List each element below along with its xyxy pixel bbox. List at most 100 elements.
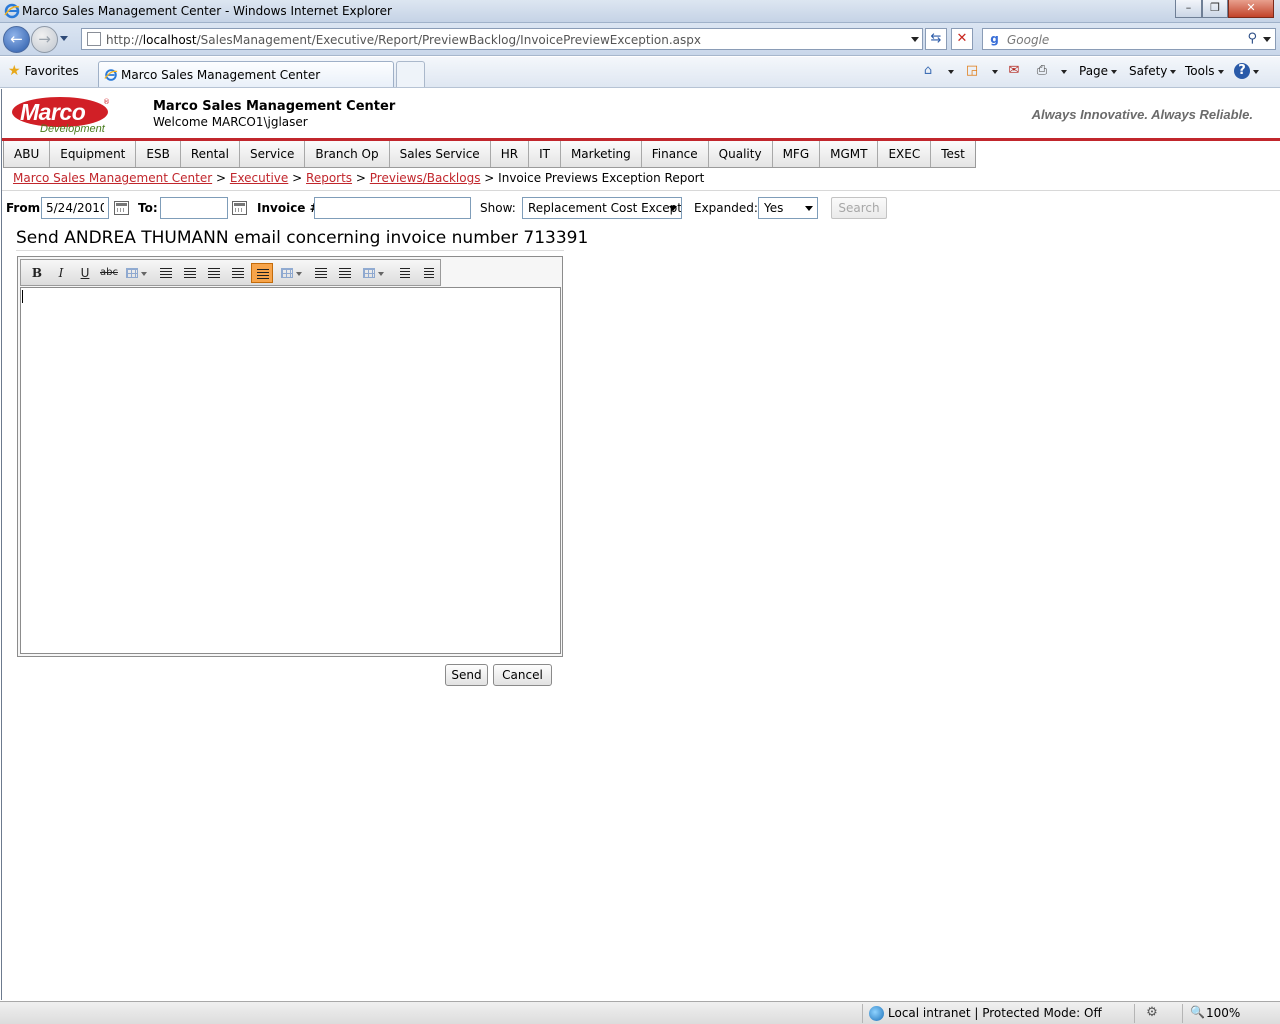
justify-full-button[interactable] <box>251 263 273 283</box>
welcome-text: Welcome MARCO1\jglaser <box>153 115 308 129</box>
refresh-icon[interactable]: ⇆ <box>925 28 947 50</box>
zoom-level[interactable]: 100% <box>1206 1006 1240 1020</box>
history-dropdown-icon[interactable] <box>60 36 68 41</box>
italic-button[interactable]: I <box>50 263 72 283</box>
window-title: Marco Sales Management Center - Windows … <box>22 4 392 18</box>
back-button[interactable]: ← <box>3 26 30 53</box>
search-placeholder: Google <box>1007 33 1050 47</box>
table-insert-button[interactable] <box>122 263 147 283</box>
breadcrumb-previews-backlogs[interactable]: Previews/Backlogs <box>370 171 481 185</box>
maximize-button[interactable]: ❐ <box>1202 0 1228 18</box>
star-icon: ★ <box>8 63 21 79</box>
logo-text: Marco <box>20 99 86 125</box>
menu-item-mfg[interactable]: MFG <box>773 141 821 167</box>
zoom-icon[interactable]: 🔍 <box>1190 1005 1205 1019</box>
numbered-list-button[interactable] <box>392 263 414 283</box>
menu-item-finance[interactable]: Finance <box>642 141 709 167</box>
menu-item-sales-service[interactable]: Sales Service <box>390 141 491 167</box>
feeds-dropdown[interactable] <box>989 64 998 78</box>
security-zone[interactable]: Local intranet | Protected Mode: Off <box>888 1006 1102 1020</box>
text-cursor <box>22 290 23 303</box>
show-select[interactable]: Replacement Cost Excepti <box>522 197 682 219</box>
breadcrumb-executive[interactable]: Executive <box>230 171 288 185</box>
invoice-number-input[interactable] <box>314 197 471 219</box>
align-center-button[interactable] <box>179 263 201 283</box>
favorites-label: Favorites <box>24 64 79 78</box>
table-icon <box>281 268 293 278</box>
menu-item-service[interactable]: Service <box>240 141 306 167</box>
favorites-bar: ★ Favorites Marco Sales Management Center… <box>0 57 1280 88</box>
breadcrumb-reports[interactable]: Reports <box>306 171 352 185</box>
table-icon <box>363 268 375 278</box>
underline-button[interactable]: U <box>74 263 96 283</box>
registered-mark: ® <box>103 98 110 106</box>
menu-item-test[interactable]: Test <box>931 141 975 167</box>
favorites-button[interactable]: ★ Favorites <box>8 63 79 79</box>
bold-button[interactable]: B <box>26 263 48 283</box>
help-icon[interactable]: ? <box>1234 63 1250 79</box>
email-body-editor[interactable] <box>20 287 561 654</box>
feeds-icon[interactable]: ◲ <box>964 63 980 79</box>
marco-logo[interactable]: Marco ® Development <box>12 97 110 135</box>
table-properties-button[interactable] <box>277 263 302 283</box>
from-date-input[interactable] <box>41 197 109 219</box>
url-input[interactable]: http://localhost/SalesManagement/Executi… <box>81 28 923 50</box>
breadcrumb-separator: > <box>355 171 366 185</box>
breadcrumb-home[interactable]: Marco Sales Management Center <box>13 171 212 185</box>
home-icon[interactable]: ⌂ <box>920 63 936 79</box>
strikethrough-button[interactable]: abc <box>98 263 120 283</box>
search-icon[interactable]: ⚲ <box>1247 31 1257 46</box>
home-dropdown[interactable] <box>945 64 954 78</box>
table-icon <box>126 268 138 278</box>
help-dropdown[interactable] <box>1250 64 1259 78</box>
outdent-button[interactable] <box>310 263 332 283</box>
from-label: From: <box>6 201 45 215</box>
menu-item-rental[interactable]: Rental <box>181 141 240 167</box>
menu-item-marketing[interactable]: Marketing <box>561 141 642 167</box>
search-input[interactable]: g Google ⚲ <box>982 28 1276 50</box>
send-button[interactable]: Send <box>445 664 488 686</box>
bulleted-list-icon <box>424 268 434 278</box>
mail-icon[interactable]: ✉ <box>1006 63 1022 79</box>
url-dropdown-icon[interactable] <box>911 37 919 42</box>
align-left-button[interactable] <box>155 263 177 283</box>
breadcrumb-separator: > <box>484 171 495 185</box>
new-tab-button[interactable] <box>396 61 425 87</box>
calendar-icon[interactable] <box>114 201 129 215</box>
menu-item-exec[interactable]: EXEC <box>878 141 932 167</box>
menu-item-esb[interactable]: ESB <box>136 141 181 167</box>
forward-button[interactable]: → <box>31 26 58 53</box>
page-menu[interactable]: Page <box>1079 64 1118 78</box>
search-dropdown-icon[interactable] <box>1263 37 1271 42</box>
cell-properties-button[interactable] <box>359 263 384 283</box>
protected-mode-icon[interactable]: ⚙ <box>1144 1005 1160 1021</box>
stop-icon[interactable]: ✕ <box>951 28 973 50</box>
indent-button[interactable] <box>334 263 356 283</box>
menu-item-mgmt[interactable]: MGMT <box>820 141 879 167</box>
bulleted-list-button[interactable] <box>416 263 438 283</box>
menu-item-branch-op[interactable]: Branch Op <box>305 141 390 167</box>
menu-item-it[interactable]: IT <box>529 141 561 167</box>
calendar-icon[interactable] <box>232 201 247 215</box>
chevron-down-icon <box>669 206 677 211</box>
align-right-button[interactable] <box>203 263 225 283</box>
safety-menu[interactable]: Safety <box>1129 64 1177 78</box>
menu-item-abu[interactable]: ABU <box>4 141 51 167</box>
menu-item-quality[interactable]: Quality <box>709 141 773 167</box>
print-icon[interactable]: ⎙ <box>1034 63 1050 79</box>
tools-menu[interactable]: Tools <box>1185 64 1224 78</box>
cancel-button[interactable]: Cancel <box>493 664 552 686</box>
browser-tab[interactable]: Marco Sales Management Center <box>98 61 394 87</box>
minimize-button[interactable]: – <box>1175 0 1202 18</box>
to-date-input[interactable] <box>160 197 228 219</box>
print-dropdown[interactable] <box>1058 64 1067 78</box>
filter-bar: From: To: Invoice #: Show: Replacement C… <box>2 194 1280 224</box>
close-window-button[interactable]: ✕ <box>1228 0 1274 18</box>
expanded-select[interactable]: Yes <box>758 197 818 219</box>
menu-item-hr[interactable]: HR <box>491 141 530 167</box>
search-button[interactable]: Search <box>831 197 887 219</box>
justify-button[interactable] <box>227 263 249 283</box>
email-title: Send ANDREA THUMANN email concerning inv… <box>16 228 589 248</box>
menu-item-equipment[interactable]: Equipment <box>50 141 137 167</box>
logo-subtext: Development <box>40 123 105 135</box>
